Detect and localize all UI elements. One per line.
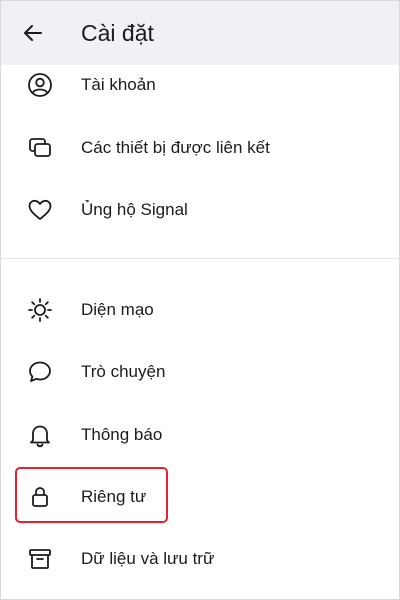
settings-item-label: Ủng hộ Signal	[81, 200, 188, 219]
settings-item-account[interactable]: Tài khoản	[1, 55, 399, 115]
settings-item-label: Thông báo	[81, 425, 163, 444]
heart-icon	[27, 197, 53, 223]
archive-icon	[27, 546, 53, 572]
linked-devices-icon	[27, 135, 53, 161]
settings-item-linked-devices[interactable]: Các thiết bị được liên kết	[1, 118, 399, 178]
bell-icon	[27, 422, 53, 448]
settings-item-chats[interactable]: Trò chuyện	[1, 342, 399, 402]
settings-item-label: Trò chuyện	[81, 362, 166, 381]
page-title: Cài đặt	[81, 20, 154, 46]
settings-item-appearance[interactable]: Diện mạo	[1, 280, 399, 340]
settings-item-label: Dữ liệu và lưu trữ	[81, 549, 215, 568]
back-button[interactable]	[13, 13, 53, 53]
account-icon	[27, 72, 53, 98]
settings-screen: Cài đặt Tài khoản Các thiết bị được liên…	[0, 0, 400, 600]
settings-item-data-storage[interactable]: Dữ liệu và lưu trữ	[1, 529, 399, 589]
settings-item-label: Diện mạo	[81, 300, 154, 319]
settings-item-notifications[interactable]: Thông báo	[1, 405, 399, 465]
section-divider	[1, 258, 399, 259]
settings-item-label: Các thiết bị được liên kết	[81, 138, 270, 157]
arrow-left-icon	[21, 21, 45, 45]
lock-icon	[27, 484, 53, 510]
settings-item-label: Tài khoản	[81, 75, 156, 94]
settings-item-donate[interactable]: Ủng hộ Signal	[1, 180, 399, 240]
chat-bubble-icon	[27, 359, 53, 385]
sun-icon	[27, 297, 53, 323]
settings-item-privacy[interactable]: Riêng tư	[1, 467, 399, 527]
settings-item-label: Riêng tư	[81, 487, 147, 506]
